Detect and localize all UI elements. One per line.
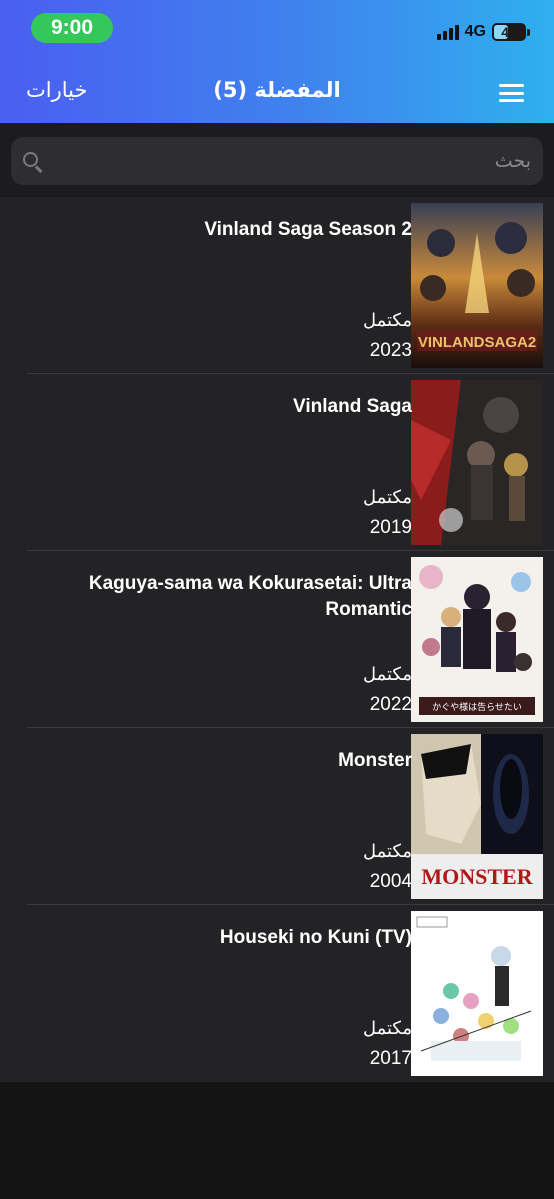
list-item[interactable]: MONSTER Monster مكتمل 2004 bbox=[0, 728, 554, 905]
search-bar-area bbox=[0, 123, 554, 197]
svg-text:VINLANDSAGA2: VINLANDSAGA2 bbox=[418, 334, 536, 351]
app-header: 9:00 4G 45 خيارات المفضلة (5) bbox=[0, 0, 554, 123]
cellular-signal-icon bbox=[436, 24, 459, 40]
poster-image bbox=[411, 911, 543, 1076]
svg-text:かぐや様は告らせたい: かぐや様は告らせたい bbox=[432, 701, 522, 713]
poster-image: MONSTER bbox=[411, 734, 543, 899]
network-type: 4G bbox=[464, 23, 486, 40]
item-status: مكتمل bbox=[362, 310, 412, 331]
list-item[interactable]: かぐや様は告らせたい Kaguya-sama wa Kokurasetai: U… bbox=[0, 551, 554, 728]
item-year: 2022 bbox=[369, 694, 412, 715]
poster-image: VINLANDSAGA2 bbox=[411, 203, 543, 368]
status-time: 9:00 bbox=[31, 13, 113, 43]
poster-image: かぐや様は告らせたい bbox=[411, 557, 543, 722]
item-year: 2019 bbox=[369, 517, 412, 538]
item-title: Kaguya-sama wa Kokurasetai: Ultra Romant… bbox=[88, 573, 412, 620]
item-status: مكتمل bbox=[362, 664, 412, 685]
battery-level: 45 bbox=[501, 24, 517, 40]
list-item[interactable]: VINLANDSAGA2 Vinland Saga Season 2 مكتمل… bbox=[0, 197, 554, 374]
item-year: 2004 bbox=[369, 871, 412, 892]
item-title: Vinland Saga Season 2 bbox=[204, 219, 412, 240]
search-box[interactable] bbox=[11, 137, 543, 185]
list-item[interactable]: Houseki no Kuni (TV) مكتمل 2017 bbox=[0, 905, 554, 1082]
poster-image bbox=[411, 380, 543, 545]
item-title: Houseki no Kuni (TV) bbox=[219, 927, 412, 948]
favorites-list: VINLANDSAGA2 Vinland Saga Season 2 مكتمل… bbox=[0, 197, 554, 1082]
hamburger-menu-icon[interactable] bbox=[499, 84, 524, 102]
item-status: مكتمل bbox=[362, 487, 412, 508]
item-status: مكتمل bbox=[362, 1018, 412, 1039]
search-icon bbox=[19, 148, 45, 174]
search-input[interactable] bbox=[45, 137, 543, 185]
list-item[interactable]: Vinland Saga مكتمل 2019 bbox=[0, 374, 554, 551]
page-title: المفضلة (5) bbox=[213, 78, 341, 102]
battery-icon: 45 bbox=[492, 23, 530, 41]
status-indicators: 4G 45 bbox=[436, 20, 530, 44]
item-year: 2017 bbox=[369, 1048, 412, 1069]
svg-text:MONSTER: MONSTER bbox=[421, 864, 533, 889]
item-status: مكتمل bbox=[362, 841, 412, 862]
item-year: 2023 bbox=[369, 340, 412, 361]
item-title: Vinland Saga bbox=[293, 396, 412, 417]
item-title: Monster bbox=[338, 750, 412, 771]
